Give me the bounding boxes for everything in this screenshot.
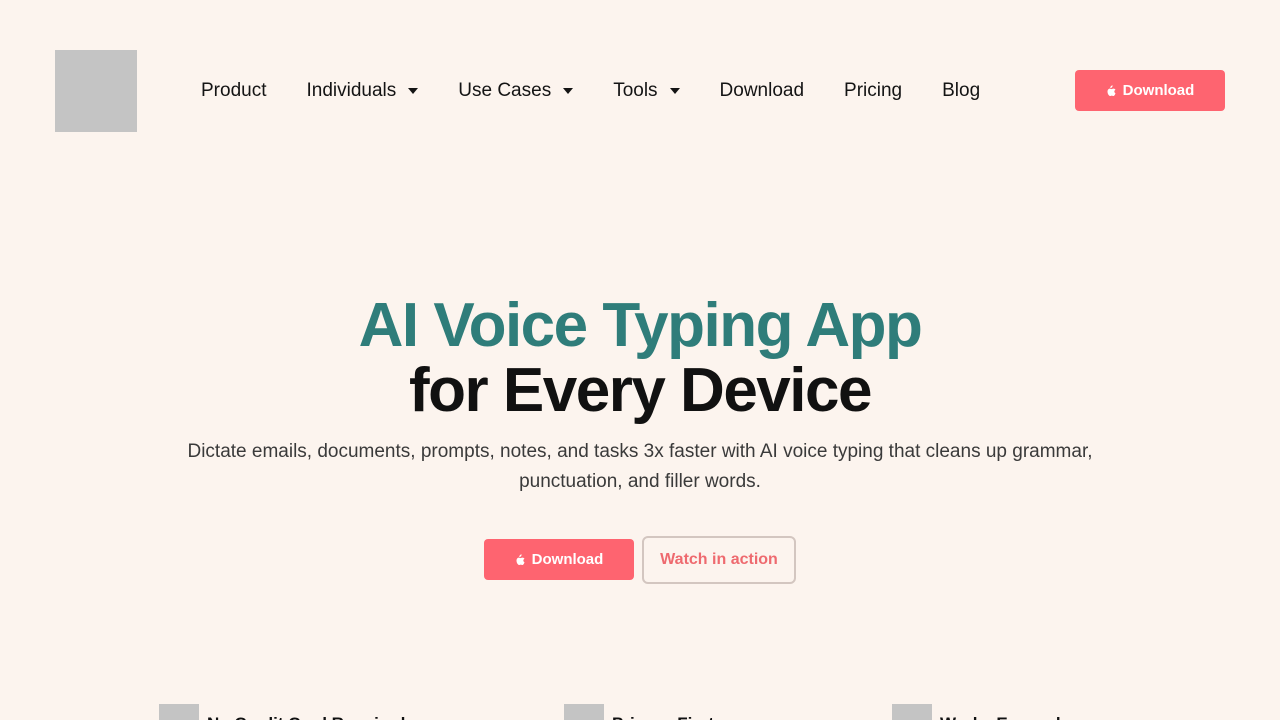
hero-subtitle: Dictate emails, documents, prompts, note… — [187, 441, 1093, 492]
main-nav: Product Individuals Use Cases Tools Down… — [201, 78, 980, 104]
watch-in-action-button[interactable]: Watch in action — [642, 536, 796, 584]
caret-down-icon — [408, 88, 419, 94]
header-download-button[interactable]: Download — [1075, 70, 1225, 111]
nav-item-label: Blog — [942, 80, 981, 101]
nav-item-product[interactable]: Product — [201, 80, 266, 102]
caret-down-icon — [669, 88, 680, 94]
nav-item-blog[interactable]: Blog — [942, 80, 980, 102]
feature-label: Privacy First — [612, 704, 714, 720]
feature-item: Works Everywhere — [892, 704, 1092, 720]
nav-item-label: Product — [201, 80, 267, 101]
nav-item-label: Download — [719, 80, 805, 101]
apple-icon — [1107, 84, 1116, 96]
globe-icon — [892, 704, 932, 720]
hero-download-label: Download — [531, 551, 604, 568]
nav-item-label: Pricing — [844, 80, 903, 101]
feature-label: Works Everywhere — [940, 704, 1092, 720]
credit-card-icon — [159, 704, 199, 720]
nav-item-use-cases[interactable]: Use Cases — [458, 80, 574, 102]
logo[interactable] — [55, 50, 137, 132]
nav-item-label: Use Cases — [458, 80, 552, 101]
hero-title-line2: for Every Device — [409, 356, 872, 425]
nav-item-tools[interactable]: Tools — [613, 80, 680, 102]
hero-title-line1: AI Voice Typing App — [358, 291, 923, 360]
feature-item: No Credit Card Required — [159, 704, 405, 720]
privacy-icon — [564, 704, 604, 720]
nav-item-pricing[interactable]: Pricing — [844, 80, 902, 102]
watch-in-action-label: Watch in action — [660, 551, 778, 568]
hero-download-button[interactable]: Download — [484, 539, 634, 580]
feature-item: Privacy First — [564, 704, 714, 720]
feature-label: No Credit Card Required — [207, 704, 405, 720]
apple-icon — [516, 553, 525, 565]
caret-down-icon — [563, 88, 574, 94]
nav-item-download[interactable]: Download — [720, 80, 805, 102]
nav-item-label: Tools — [613, 80, 658, 101]
nav-item-individuals[interactable]: Individuals — [306, 80, 419, 102]
nav-item-label: Individuals — [306, 80, 397, 101]
header-download-label: Download — [1122, 82, 1195, 99]
page: Product Individuals Use Cases Tools Down… — [0, 0, 1280, 720]
hero-title: AI Voice Typing App for Every Device — [0, 293, 1280, 423]
